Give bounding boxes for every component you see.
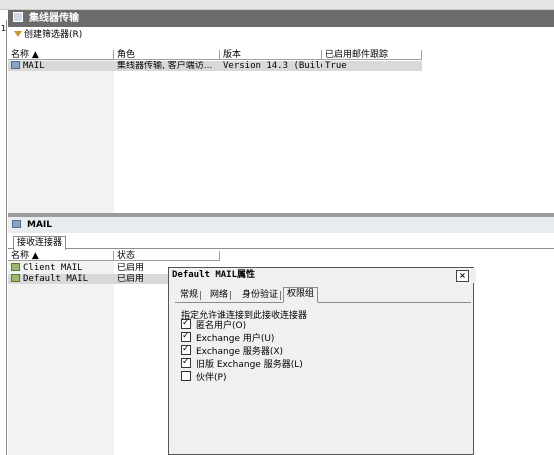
column-header-connector-name[interactable]: 名称 ▲ (8, 251, 114, 261)
action-bar: 创建筛选器(R) (8, 27, 554, 43)
option-partners[interactable]: 伙伴(P) (181, 371, 226, 383)
option-exchange-servers[interactable]: Exchange 服务器(X) (181, 343, 284, 357)
bottom-pane-title: MAIL (27, 220, 53, 230)
option-label: 伙伴(P) (196, 373, 227, 383)
top-table-name-column-shade (8, 60, 114, 213)
server-name: MAIL (23, 61, 45, 71)
properties-dialog: Default MAIL属性 × 常规 网络 身份验证 权限组 指定允许谁连接到… (168, 267, 476, 455)
server-role: 集线器传输, 客户端访... (117, 61, 213, 71)
connector-name: Client MAIL (23, 263, 83, 273)
server-icon (12, 220, 21, 228)
column-header-name[interactable]: 名称 ▲ (8, 50, 114, 60)
checkbox-unchecked[interactable] (181, 371, 191, 381)
option-anonymous[interactable]: 匿名用户(O) (181, 317, 247, 331)
table-row[interactable]: MAIL 集线器传输, 客户端访... Version 14.3 (Build … (8, 61, 422, 71)
table-row[interactable]: Default MAIL 已启用 (8, 274, 168, 284)
option-label: Exchange 服务器(X) (196, 347, 284, 357)
connector-name-column-shade (8, 261, 114, 455)
server-icon (13, 12, 23, 22)
server-icon (11, 61, 20, 69)
create-filter-label: 创建筛选器(R) (24, 30, 83, 40)
connector-name-cell: Client MAIL (8, 263, 114, 273)
connector-name: Default MAIL (23, 274, 89, 284)
column-header-tracking[interactable]: 已启用邮件跟踪 (322, 50, 422, 60)
bottom-tabstrip: 接收连接器 (8, 234, 554, 250)
top-strip (0, 0, 554, 10)
tab-general[interactable]: 常规 (177, 289, 202, 302)
dialog-tabs: 常规 网络 身份验证 权限组 (175, 287, 471, 303)
connector-status: 已启用 (117, 274, 145, 284)
checkbox-checked[interactable] (181, 330, 191, 342)
tab-authentication[interactable]: 身份验证 (239, 289, 282, 302)
create-filter-button[interactable]: 创建筛选器(R) (14, 30, 82, 40)
server-tracking: True (325, 61, 347, 71)
top-pane-header: 集线器传输 (8, 10, 554, 27)
left-rail: 1 (0, 10, 8, 455)
connector-icon (11, 263, 20, 271)
server-name-cell: MAIL (8, 61, 114, 71)
option-label: 匿名用户(O) (196, 321, 247, 331)
column-header-status[interactable]: 状态 (114, 251, 220, 261)
connector-status: 已启用 (117, 263, 145, 273)
checkbox-checked[interactable] (181, 317, 191, 329)
connector-icon (11, 274, 20, 282)
table-row[interactable]: Client MAIL 已启用 (8, 263, 168, 273)
close-icon[interactable]: × (456, 270, 469, 282)
tab-network[interactable]: 网络 (207, 289, 232, 302)
top-table: 名称 ▲ 角色 版本 已启用邮件跟踪 MAIL 集线器传输, 客户端访... V… (8, 50, 554, 213)
top-pane-title: 集线器传输 (29, 13, 79, 24)
bottom-pane-header: MAIL (8, 217, 554, 233)
option-label: 旧版 Exchange 服务器(L) (196, 360, 303, 370)
connector-name-cell: Default MAIL (8, 274, 114, 284)
server-version: Version 14.3 (Build ... (223, 61, 322, 71)
column-header-role[interactable]: 角色 (114, 50, 220, 60)
option-label: Exchange 用户(U) (196, 334, 275, 344)
option-legacy-exchange-servers[interactable]: 旧版 Exchange 服务器(L) (181, 356, 303, 370)
rail-line (6, 20, 7, 455)
tab-permission-groups[interactable]: 权限组 (283, 287, 319, 303)
option-exchange-users[interactable]: Exchange 用户(U) (181, 330, 275, 344)
tab-receive-connectors[interactable]: 接收连接器 (13, 236, 67, 250)
column-header-version[interactable]: 版本 (220, 50, 322, 60)
dialog-title[interactable]: Default MAIL属性 (169, 268, 476, 283)
funnel-icon (14, 31, 22, 37)
checkbox-checked[interactable] (181, 343, 191, 355)
checkbox-checked[interactable] (181, 356, 191, 368)
